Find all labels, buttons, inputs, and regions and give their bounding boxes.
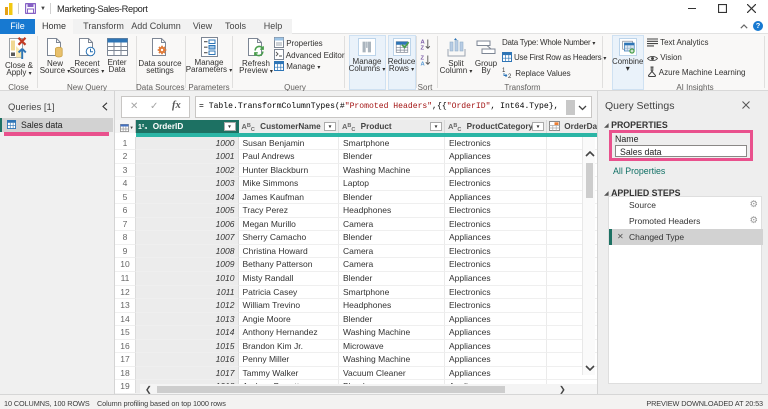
svg-text:Z: Z: [421, 46, 425, 51]
svg-text:2: 2: [508, 74, 512, 78]
svg-text:A: A: [421, 62, 426, 67]
